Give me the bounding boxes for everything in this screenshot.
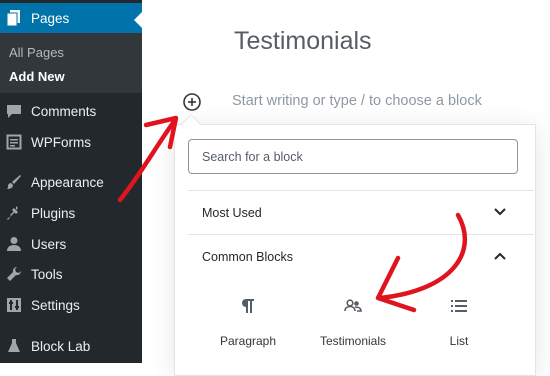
chevron-down-icon[interactable] [493, 207, 507, 217]
sidebar-item-block-lab[interactable]: Block Lab [0, 331, 142, 361]
sidebar-item-label: Settings [31, 297, 80, 313]
submenu-all-pages[interactable]: All Pages [9, 45, 64, 60]
pages-icon [6, 10, 22, 26]
sidebar-item-users[interactable]: Users [0, 229, 142, 259]
page-title[interactable]: Testimonials [234, 27, 372, 56]
block-inserter-button[interactable] [182, 92, 202, 112]
divider [188, 190, 534, 191]
people-icon [344, 299, 362, 312]
sidebar-item-plugins[interactable]: Plugins [0, 198, 142, 228]
settings-icon [6, 297, 22, 313]
block-lab-icon [6, 338, 22, 354]
user-icon [6, 236, 22, 252]
sidebar-item-settings[interactable]: Settings [0, 290, 142, 320]
chevron-up-icon[interactable] [493, 251, 507, 261]
sidebar-item-label: Tools [31, 266, 63, 282]
submenu-add-new[interactable]: Add New [9, 69, 65, 84]
sidebar-item-label: Appearance [31, 174, 104, 190]
add-icon [183, 93, 201, 111]
sidebar-item-comments[interactable]: Comments [0, 96, 142, 126]
block-label: Testimonials [319, 334, 387, 348]
sidebar-item-label: Plugins [31, 205, 76, 221]
sidebar-item-label: WPForms [31, 134, 91, 150]
active-pointer [134, 12, 142, 28]
divider [188, 234, 534, 235]
sidebar-item-tools[interactable]: Tools [0, 259, 142, 289]
paragraph-icon [242, 299, 254, 313]
list-icon [451, 300, 467, 312]
sidebar-item-label: Block Lab [31, 338, 91, 354]
forms-icon [6, 134, 22, 150]
sidebar-item-label: Users [31, 236, 67, 252]
comment-icon [6, 103, 22, 119]
block-label: Paragraph [219, 334, 277, 348]
sidebar-item-label: Pages [31, 10, 70, 26]
sidebar-item-label: Comments [31, 103, 97, 119]
wrench-icon [6, 266, 22, 282]
panel-most-used-title[interactable]: Most Used [202, 206, 262, 220]
pages-submenu [0, 33, 142, 93]
block-search-input[interactable] [188, 139, 518, 174]
admin-sidebar: Pages All Pages Add New Comments WPForms… [0, 0, 142, 363]
panel-common-blocks-title[interactable]: Common Blocks [202, 250, 293, 264]
sidebar-item-pages[interactable]: Pages [0, 3, 142, 33]
block-label: List [449, 334, 469, 348]
plugin-icon [6, 205, 22, 221]
sidebar-item-wpforms[interactable]: WPForms [0, 127, 142, 157]
sidebar-item-appearance[interactable]: Appearance [0, 167, 142, 197]
block-placeholder[interactable]: Start writing or type / to choose a bloc… [232, 93, 482, 109]
brush-icon [6, 174, 22, 190]
